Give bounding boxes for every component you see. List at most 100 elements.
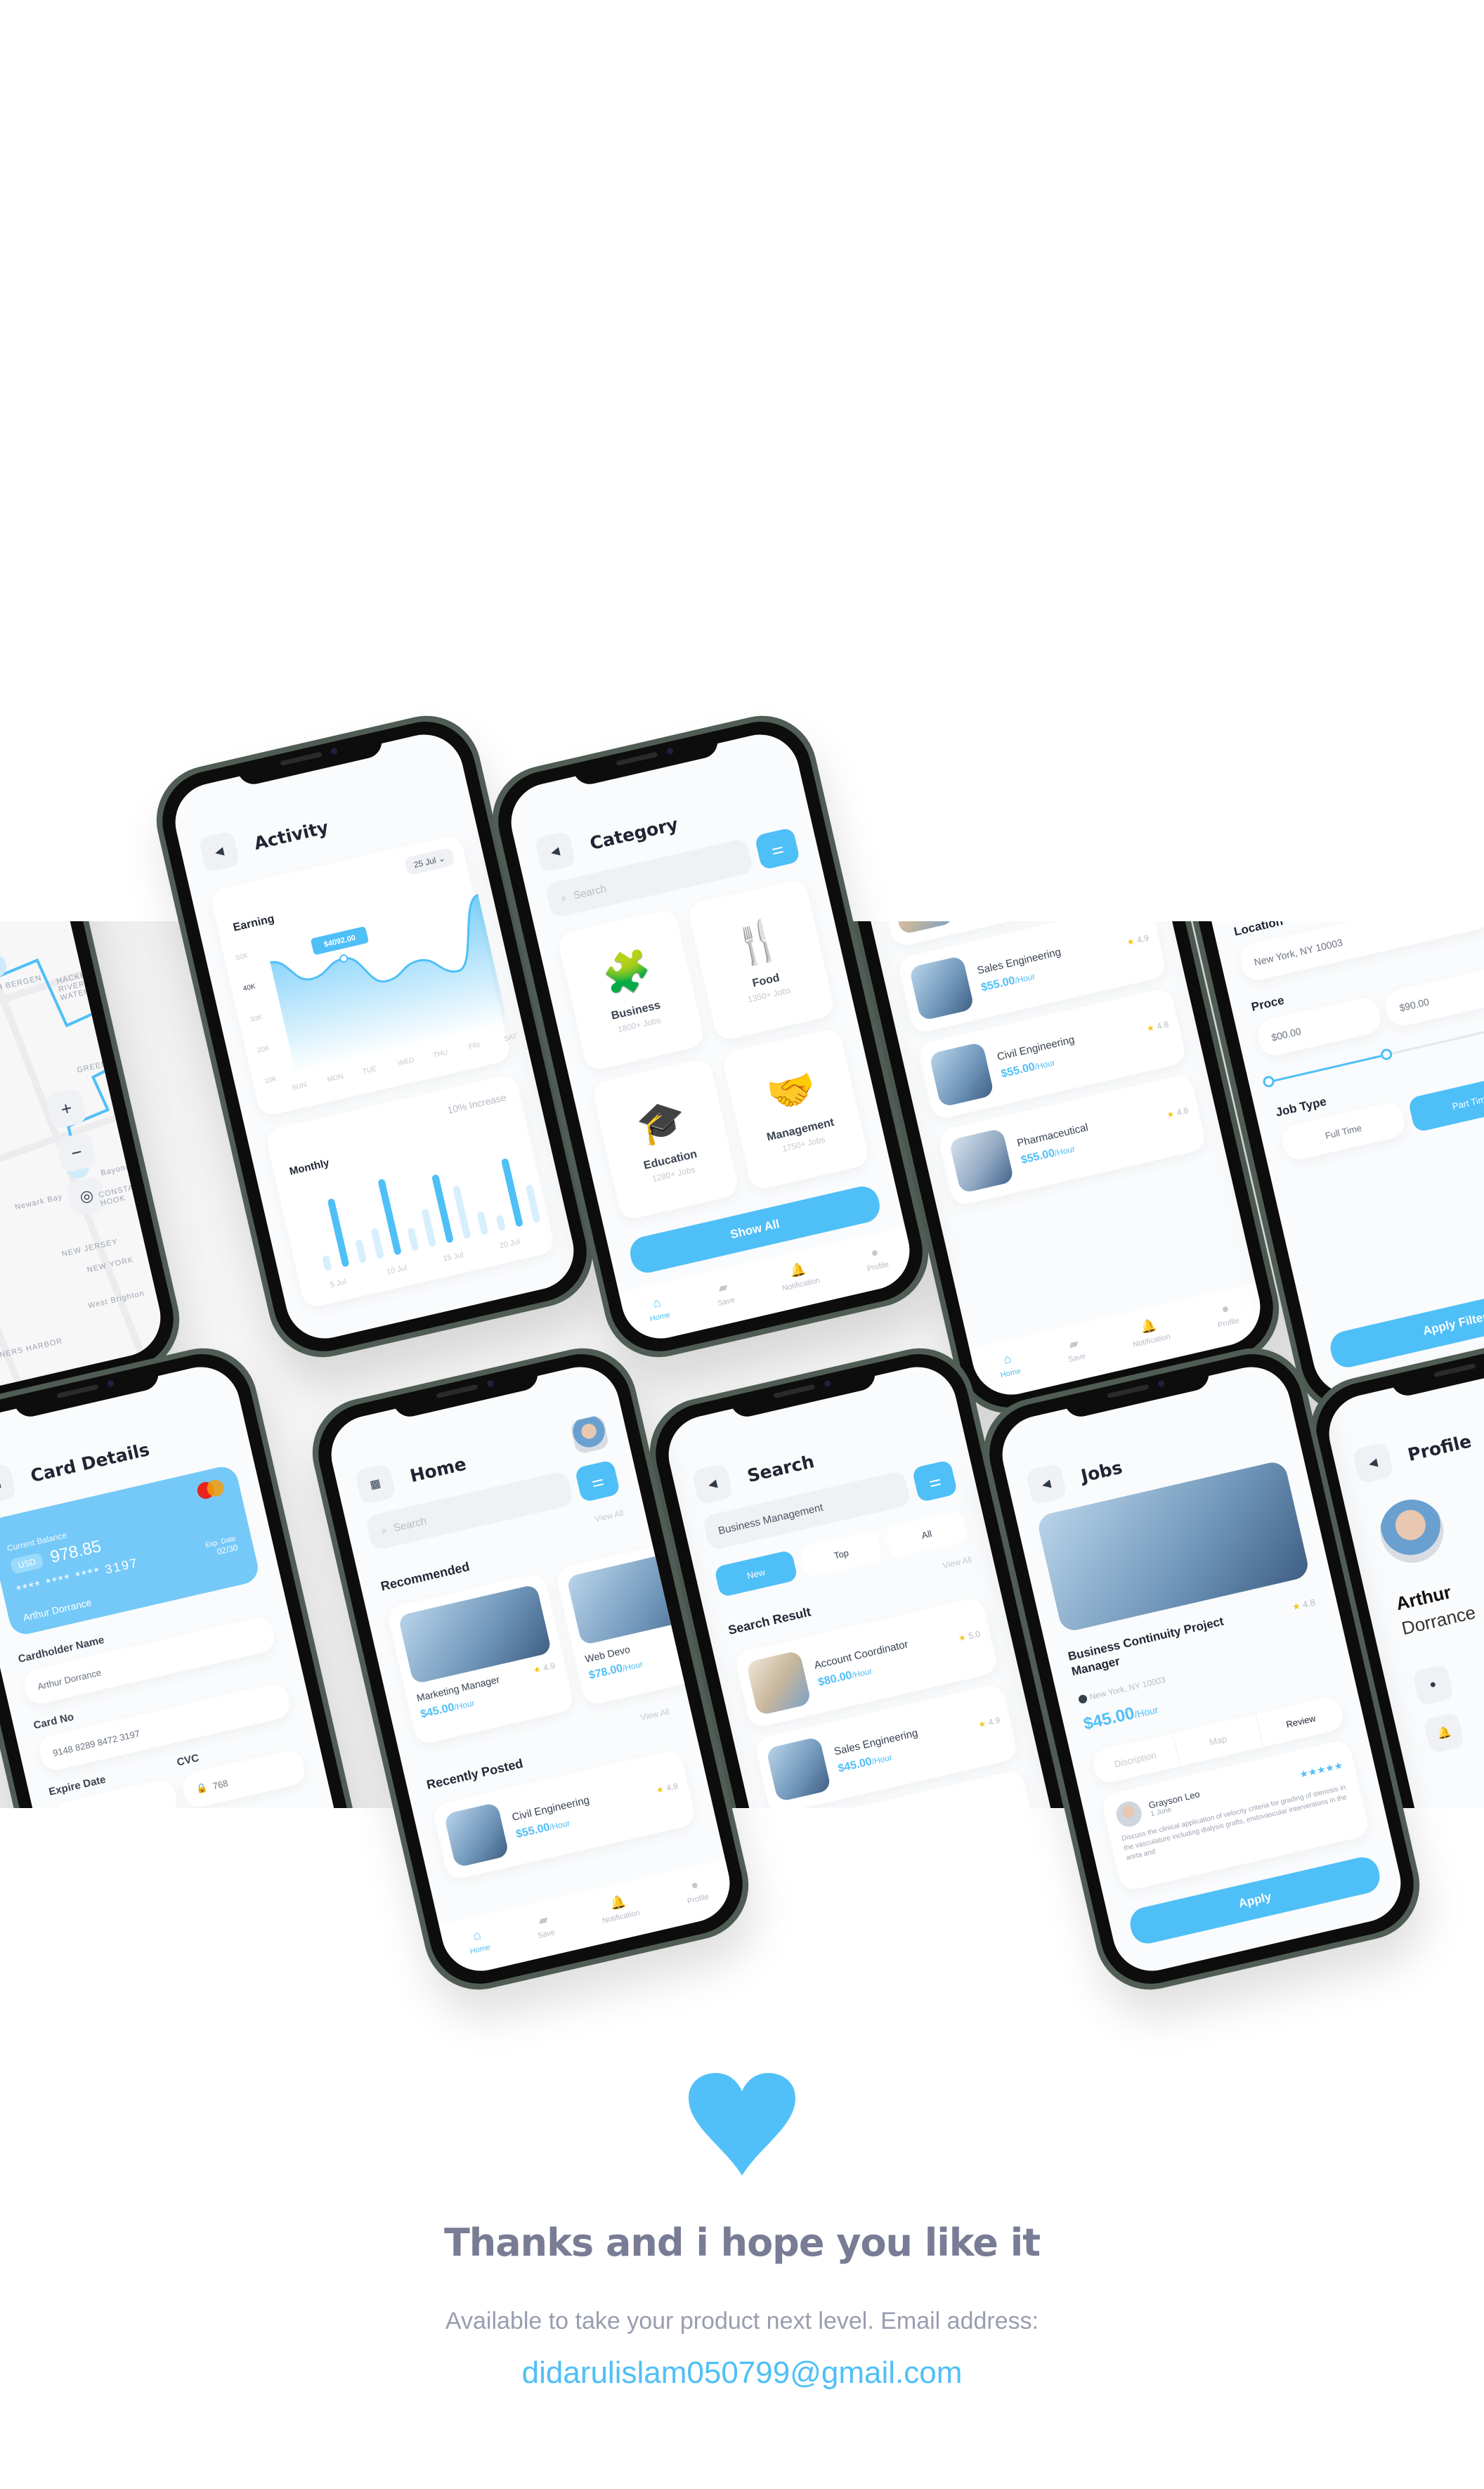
x-tick-label: TUE [362,1065,377,1076]
lock-icon: 🔒 [195,1781,209,1795]
bell-icon: 🔔 [1139,1317,1158,1335]
monthly-bar [477,1211,488,1235]
email-link[interactable]: didarulislam050799@gmail.com [0,2355,1484,2391]
y-tick-label: 40K [242,982,256,993]
monthly-bar [378,1179,401,1255]
earning-card: 25 Jul ⌄ Earning 50K 40K 30K 20K 10K SUN MON TU… [209,833,518,1118]
tab-profile[interactable]: ● Profile [1213,1299,1240,1330]
screen-title: Card Details [28,1438,152,1486]
profile-avatar[interactable] [1374,1493,1450,1569]
tab-map[interactable]: Map [1172,1714,1263,1767]
filter-chip-new[interactable]: New [713,1549,798,1598]
slider-handle-min[interactable] [1261,1074,1276,1088]
back-button[interactable]: ◀ [1025,1462,1068,1505]
filter-button[interactable]: ⚌ [754,827,801,871]
currency-badge: USD [9,1552,44,1575]
account-menu-icon[interactable]: ● [1412,1663,1454,1706]
x-tick-label: THU [433,1048,449,1059]
zoom-out-button[interactable]: − [55,1131,98,1174]
job-rating: ★ 4.8 [1291,1597,1317,1613]
tab-discription[interactable]: Discription [1091,1734,1180,1786]
tab-profile[interactable]: ● Profile [682,1876,710,1906]
tab-notification[interactable]: 🔔 Notification [1128,1315,1171,1349]
view-all-recent[interactable]: View All [639,1706,670,1722]
back-button[interactable]: ◀ [0,1462,18,1505]
job-thumbnail [765,1736,832,1802]
x-tick-label: 20 Jul [499,1237,521,1250]
category-card[interactable]: 🧩 Business 1800+ Jobs [556,907,706,1072]
star-icon: ★ [1291,1600,1302,1613]
back-button[interactable]: ◀ [691,1462,734,1505]
job-thumbnail [746,1650,812,1716]
date-select[interactable]: 25 Jul ⌄ [403,847,456,876]
view-all-link[interactable]: View All [942,1554,972,1571]
zoom-in-button[interactable]: + [45,1087,88,1130]
tab-notification[interactable]: 🔔 Notification [777,1259,821,1293]
category-card[interactable]: 🍴 Food 1350+ Jobs [686,878,836,1042]
filter-chip-all[interactable]: All [884,1510,969,1559]
monthly-bar [453,1185,471,1239]
bell-icon: 🔔 [788,1261,807,1279]
monthly-bar [496,1215,506,1231]
monthly-bar [371,1228,384,1259]
menu-grid-icon[interactable]: ▦ [354,1462,397,1505]
notification-menu-icon[interactable]: 🔔 [1423,1712,1466,1755]
heart-icon [689,2073,795,2176]
category-card[interactable]: 🤝 Management 1750+ Jobs [721,1027,871,1192]
back-button[interactable]: ◀ [198,830,241,873]
tab-review[interactable]: Review [1255,1695,1346,1748]
user-avatar[interactable] [569,1414,610,1455]
filter-button[interactable]: ⚌ [574,1460,621,1503]
job-price: $45.00/Hour [1081,1703,1159,1734]
tab-save[interactable]: ▰ Save [712,1278,736,1307]
review-stars: ★★★★★ [1298,1759,1344,1780]
tab-home[interactable]: ⌂ Home [645,1293,671,1323]
x-tick-label: SAT [503,1032,518,1043]
view-all-recommended[interactable]: View All [594,1508,625,1524]
bookmark-icon: ▰ [536,1911,549,1928]
recommended-card[interactable]: Marketing Manager ★4.9 $45.00/Hour [386,1572,575,1746]
monthly-bar [327,1198,349,1267]
tab-save[interactable]: ▰ Save [533,1911,556,1939]
filter-chip-top[interactable]: Top [799,1530,884,1578]
job-thumbnail [928,1041,995,1107]
monthly-bar [408,1228,419,1251]
screen-title: Profile [1405,1430,1473,1465]
star-icon: ★ [655,1783,665,1795]
back-button[interactable]: ◀ [1352,1441,1395,1484]
highlight-point[interactable] [339,954,349,963]
job-rating: ★4.9 [532,1661,556,1675]
user-icon: ● [689,1876,701,1892]
job-thumbnail [909,955,975,1022]
y-tick-label: 10K [263,1075,278,1086]
monthly-label: Monthly [288,1157,331,1178]
job-info: Pharmaceutical $55.00/Hour ★4.8 [1016,1098,1192,1167]
x-tick-label: WED [397,1056,415,1067]
search-icon: ⌕ [379,1523,389,1538]
card-holder-name: Arthur Dorrance [22,1596,93,1623]
slider-handle-max[interactable] [1379,1047,1393,1062]
star-icon: ★ [957,1632,968,1644]
tab-home[interactable]: ⌂ Home [465,1925,491,1956]
filter-button[interactable]: ⚌ [911,1460,958,1503]
screen-title: Jobs [1079,1457,1124,1486]
monthly-bar [422,1209,436,1247]
star-icon: ★ [532,1663,542,1675]
screen-title: Search [745,1450,816,1486]
category-card[interactable]: 🎓 Education 1280+ Jobs [590,1057,741,1221]
back-button[interactable]: ◀ [534,830,577,873]
tab-profile[interactable]: ● Profile [862,1243,890,1273]
x-tick-label: FRI [468,1041,481,1051]
job-thumbnail [443,1802,509,1869]
search-result-label: Search Result [727,1604,812,1637]
job-info: Sales Engineering $55.00/Hour ★4.9 [976,925,1152,994]
tab-home[interactable]: ⌂ Home [996,1349,1022,1379]
user-icon: ● [869,1244,880,1260]
x-tick-label: SUN [291,1081,307,1092]
star-icon: ★ [1165,1108,1176,1120]
tab-notification[interactable]: 🔔 Notification [597,1891,641,1925]
increase-label: 10% Increase [445,1091,507,1117]
tab-save[interactable]: ▰ Save [1063,1334,1086,1363]
job-info: Account Coordinator $80.00/Hour ★5.0 [813,1622,984,1689]
monthly-card: 10% Increase Monthly 5 Jul 10 Jul 15 Jul 20… [264,1073,556,1310]
